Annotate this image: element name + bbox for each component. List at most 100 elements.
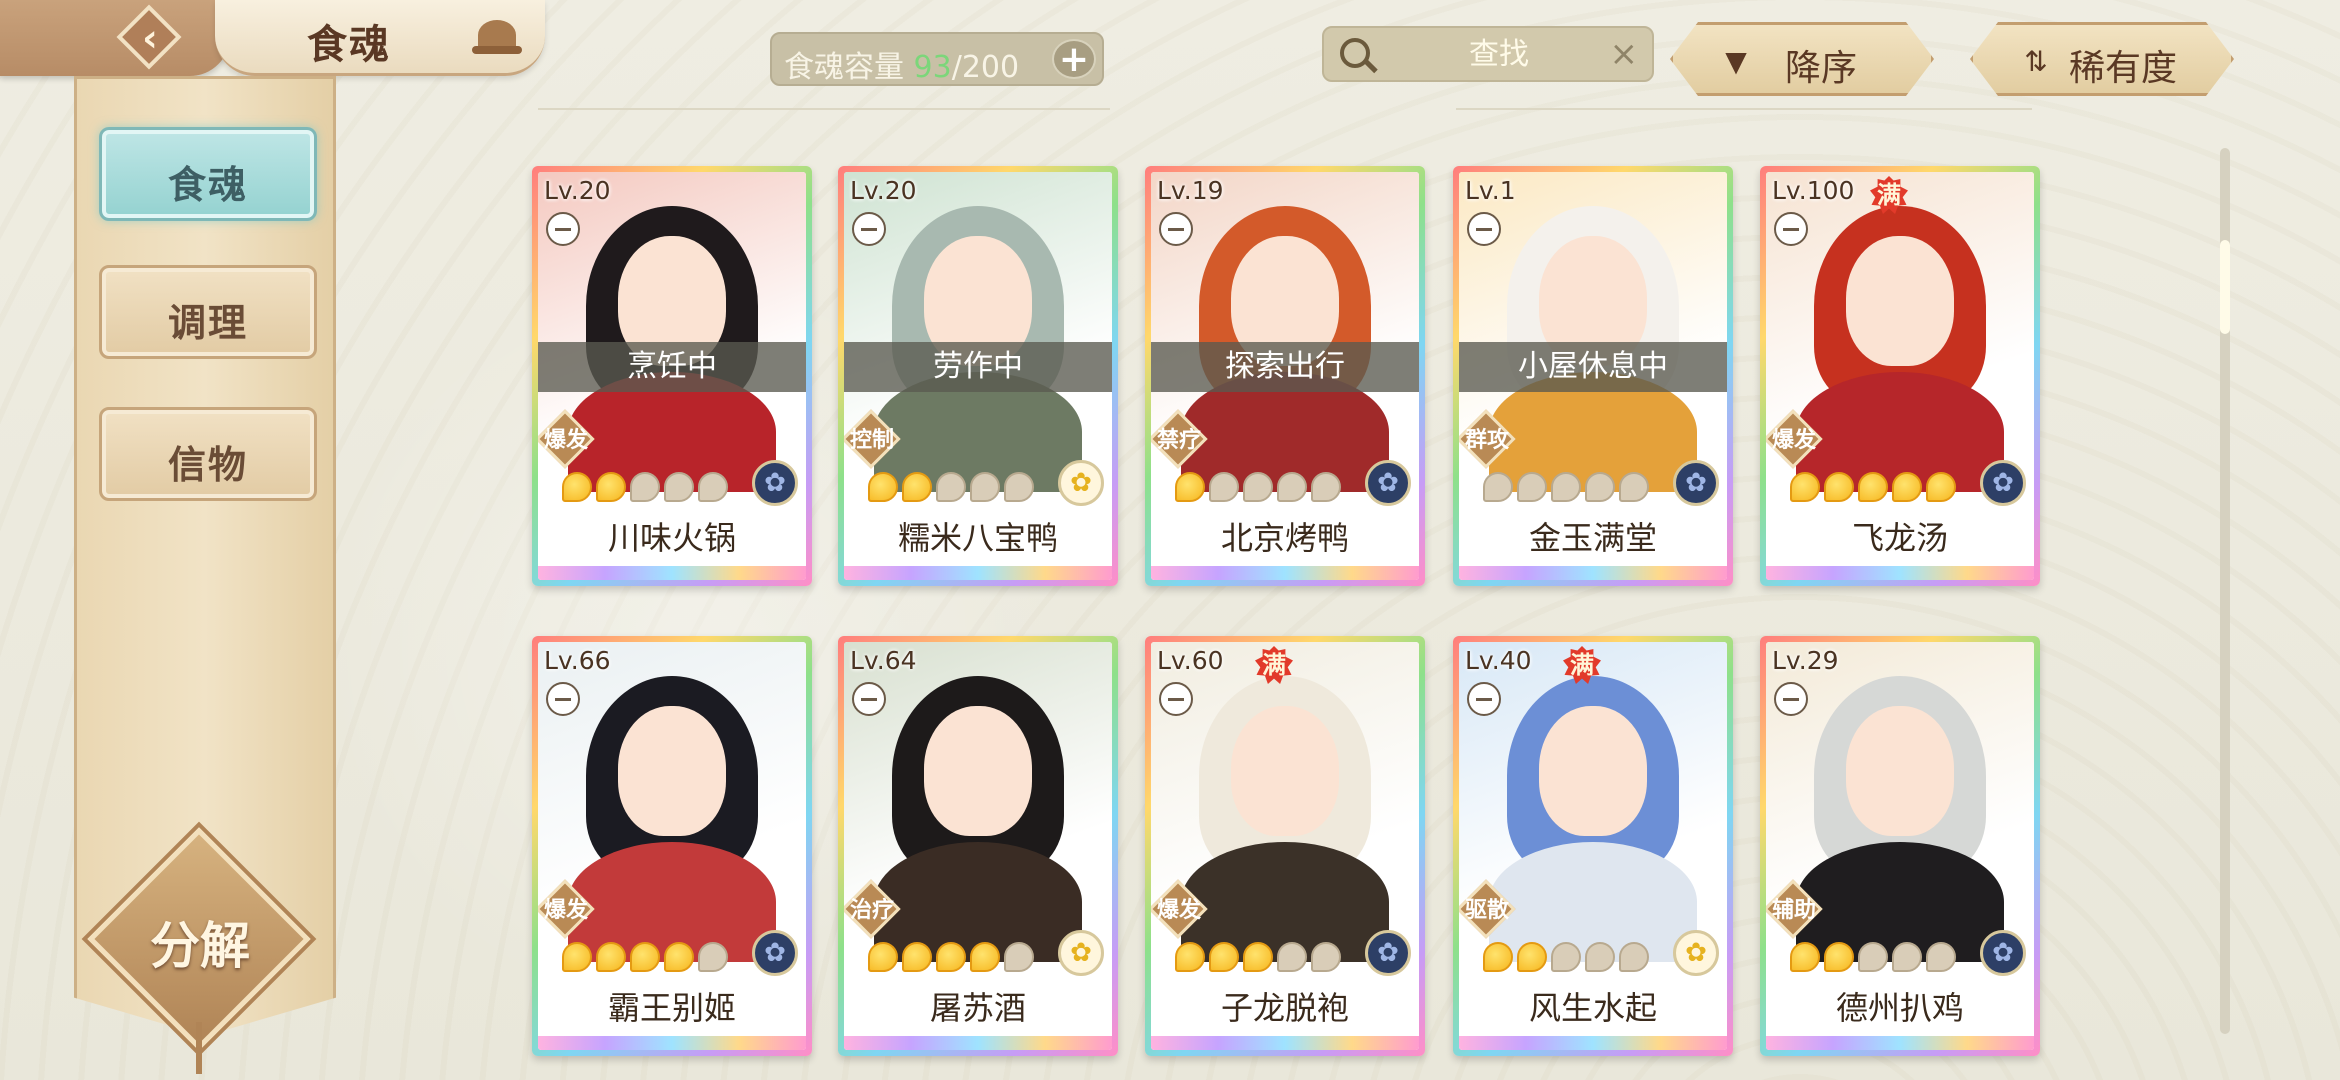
star-rating <box>1175 942 1341 976</box>
card-inner: Lv.100 满爆发 ✿ 飞龙汤 <box>1766 172 2034 580</box>
star-icon <box>596 942 626 972</box>
star-rating <box>1790 472 1956 506</box>
star-icon <box>1585 942 1615 972</box>
add-capacity-button[interactable]: + <box>1052 39 1096 79</box>
sidebar-item-label: 食魂 <box>167 162 248 207</box>
card-inner: Lv.60 满爆发 ✿ 子龙脱袍 <box>1151 642 1419 1050</box>
card-inner: Lv.40 满驱散 ✿ 风生水起 <box>1459 642 1727 1050</box>
role-label: 爆发 <box>543 898 588 923</box>
food-soul-card[interactable]: Lv.20 烹饪中 爆发 ✿ 川味火锅 <box>532 166 812 586</box>
star-icon <box>698 472 728 502</box>
portrait-face <box>1846 706 1954 836</box>
scrollbar-thumb[interactable] <box>2220 240 2230 334</box>
scrollbar[interactable] <box>2220 148 2230 1034</box>
star-icon <box>1585 472 1615 502</box>
star-icon <box>936 942 966 972</box>
element-flower-icon: ✿ <box>1673 460 1719 506</box>
star-rating <box>1790 942 1956 976</box>
role-label: 治疗 <box>849 898 894 923</box>
clear-icon[interactable]: × <box>1610 34 1639 74</box>
sort-order-button[interactable]: ▼ 降序 <box>1670 22 1934 96</box>
role-label: 群攻 <box>1464 428 1509 453</box>
role-badge: 禁疗 <box>1151 408 1208 469</box>
role-badge: 爆发 <box>1151 878 1208 939</box>
role-label: 辅助 <box>1771 898 1816 923</box>
level-label: Lv.60 <box>1157 646 1224 675</box>
role-label: 爆发 <box>543 428 588 453</box>
capacity-label: 食魂容量 <box>784 50 904 85</box>
chef-hat-icon[interactable] <box>472 20 522 54</box>
page-title: 食魂 <box>307 21 391 68</box>
sidebar-item-seasoning[interactable]: 调理 <box>99 265 317 359</box>
role-badge: 驱散 <box>1459 878 1516 939</box>
star-icon <box>1243 472 1273 502</box>
food-soul-card[interactable]: Lv.64 治疗 ✿ 屠苏酒 <box>838 636 1118 1056</box>
lock-toggle-icon[interactable] <box>546 212 580 246</box>
star-icon <box>970 942 1000 972</box>
lock-toggle-icon[interactable] <box>1774 682 1808 716</box>
food-soul-name: 子龙脱袍 <box>1151 980 1419 1036</box>
portrait-face <box>1539 706 1647 836</box>
star-icon <box>1311 942 1341 972</box>
star-icon <box>1483 942 1513 972</box>
role-badge: 辅助 <box>1766 878 1823 939</box>
search-box[interactable]: × <box>1322 26 1654 82</box>
star-icon <box>868 942 898 972</box>
status-banner: 探索出行 <box>1151 342 1419 392</box>
portrait-face <box>1231 706 1339 836</box>
star-rating <box>868 472 1034 506</box>
portrait-face <box>618 706 726 836</box>
element-flower-icon: ✿ <box>1980 460 2026 506</box>
lock-toggle-icon[interactable] <box>1467 212 1501 246</box>
search-input[interactable] <box>1404 34 1594 74</box>
element-flower-icon: ✿ <box>1365 930 1411 976</box>
star-icon <box>1243 942 1273 972</box>
search-icon <box>1340 38 1370 68</box>
level-label: Lv.19 <box>1157 176 1224 205</box>
sort-field-button[interactable]: ⇅ 稀有度 <box>1970 22 2234 96</box>
element-flower-icon: ✿ <box>1980 930 2026 976</box>
status-banner: 烹饪中 <box>538 342 806 392</box>
sidebar-item-tokens[interactable]: 信物 <box>99 407 317 501</box>
food-soul-name: 北京烤鸭 <box>1151 510 1419 566</box>
star-icon <box>664 942 694 972</box>
lock-toggle-icon[interactable] <box>1159 682 1193 716</box>
status-banner: 劳作中 <box>844 342 1112 392</box>
food-soul-card[interactable]: Lv.100 满爆发 ✿ 飞龙汤 <box>1760 166 2040 586</box>
role-badge: 爆发 <box>1766 408 1823 469</box>
star-icon <box>1004 472 1034 502</box>
food-soul-card[interactable]: Lv.1 小屋休息中 群攻 ✿ 金玉满堂 <box>1453 166 1733 586</box>
lock-toggle-icon[interactable] <box>1467 682 1501 716</box>
capacity-box: 食魂容量 93/200 + <box>770 32 1104 86</box>
lock-toggle-icon[interactable] <box>546 682 580 716</box>
lock-toggle-icon[interactable] <box>852 682 886 716</box>
divider <box>538 108 1110 110</box>
food-soul-card[interactable]: Lv.20 劳作中 控制 ✿ 糯米八宝鸭 <box>838 166 1118 586</box>
back-button[interactable]: ‹ <box>0 0 230 76</box>
triangle-down-icon: ▼ <box>1725 45 1747 78</box>
card-foil <box>1459 1036 1727 1050</box>
role-label: 禁疗 <box>1156 428 1201 453</box>
sidebar-item-food-souls[interactable]: 食魂 <box>99 127 317 221</box>
lock-toggle-icon[interactable] <box>1159 212 1193 246</box>
role-label: 爆发 <box>1156 898 1201 923</box>
element-flower-icon: ✿ <box>752 930 798 976</box>
star-icon <box>596 472 626 502</box>
star-icon <box>1483 472 1513 502</box>
lock-toggle-icon[interactable] <box>852 212 886 246</box>
sidebar-item-label: 调理 <box>167 300 248 345</box>
food-soul-name: 霸王别姬 <box>538 980 806 1036</box>
element-flower-icon: ✿ <box>752 460 798 506</box>
divider <box>1456 108 2032 110</box>
food-soul-card[interactable]: Lv.40 满驱散 ✿ 风生水起 <box>1453 636 1733 1056</box>
food-soul-card[interactable]: Lv.19 探索出行 禁疗 ✿ 北京烤鸭 <box>1145 166 1425 586</box>
level-label: Lv.29 <box>1772 646 1839 675</box>
food-soul-card[interactable]: Lv.66 爆发 ✿ 霸王别姬 <box>532 636 812 1056</box>
star-icon <box>1551 942 1581 972</box>
star-icon <box>1209 472 1239 502</box>
star-rating <box>562 472 728 506</box>
food-soul-card[interactable]: Lv.60 满爆发 ✿ 子龙脱袍 <box>1145 636 1425 1056</box>
food-soul-card[interactable]: Lv.29 辅助 ✿ 德州扒鸡 <box>1760 636 2040 1056</box>
lock-toggle-icon[interactable] <box>1774 212 1808 246</box>
element-flower-icon: ✿ <box>1058 930 1104 976</box>
